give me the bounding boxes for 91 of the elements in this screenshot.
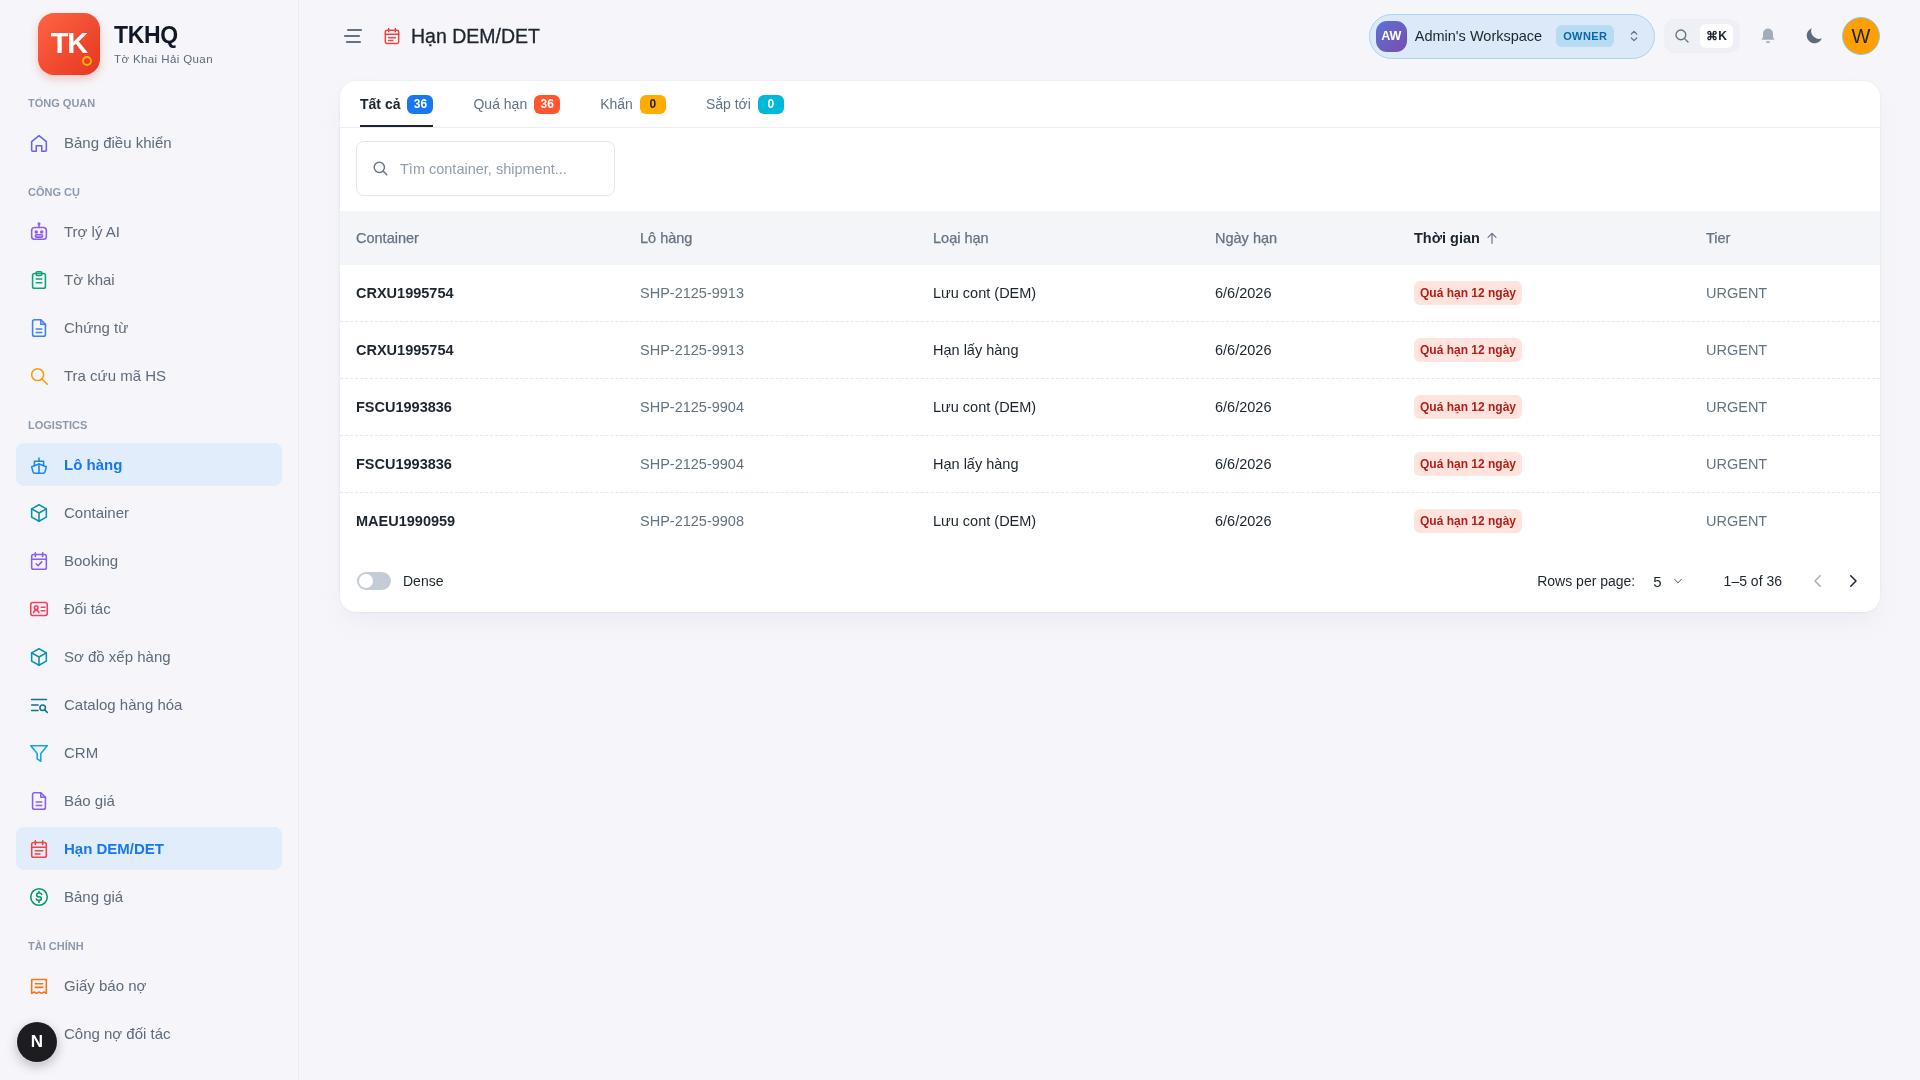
toggle-label: Dense [403,573,444,589]
nav-item[interactable]: Hạn DEM/DET [16,827,282,870]
calendar-check-icon [28,549,50,572]
nav-item[interactable]: Giấy báo nợ [16,964,282,1007]
status-badge: Quá hạn 12 ngày [1414,338,1523,362]
count-badge: 36 [407,94,434,114]
workspace-avatar: AW [1375,20,1407,52]
robot-icon [28,220,50,243]
nav-item[interactable]: Trợ lý AI [16,210,282,253]
cube-icon [28,501,50,524]
shortcut-key: ⌘K [1700,24,1733,48]
app-logo: TK [38,12,100,75]
page-range: 1–5 of 36 [1723,573,1782,589]
table-cell: URGENT [1706,399,1768,415]
section-title: TÀI CHÍNH [27,939,84,954]
table-cell: 6/6/2026 [1215,513,1272,529]
table-cell: URGENT [1706,285,1768,301]
table-cell: SHP-2125-9904 [640,399,744,415]
table-cell: SHP-2125-9913 [640,285,744,301]
nav-item[interactable]: Đối tác [16,587,282,630]
status-badge: Quá hạn 12 ngày [1414,509,1523,533]
column-header[interactable]: Ngày hạn [1215,230,1278,246]
nav-item[interactable]: Catalog hàng hóa [16,683,282,726]
table-cell: FSCU1993836 [356,456,452,472]
table-cell: URGENT [1706,342,1768,358]
workspace-switcher[interactable]: AW Admin's Workspace OWNER [1368,13,1656,59]
nav-item[interactable]: Báo giá [16,779,282,822]
search-icon [371,159,390,178]
app-subtitle: Tờ Khai Hải Quan [114,53,213,65]
calendar-icon [382,26,402,46]
nav-item[interactable]: CRM [16,731,282,774]
column-header[interactable]: Loại hạn [933,230,989,246]
table-cell: 6/6/2026 [1215,342,1272,358]
count-badge: 0 [639,94,666,114]
tab[interactable]: Sắp tới 0 [705,81,784,127]
user-avatar[interactable]: W [1842,17,1880,55]
section-title: CÔNG CỤ [27,185,80,200]
table-cell: 6/6/2026 [1215,285,1272,301]
nav-item[interactable]: Booking [16,539,282,582]
nav-item[interactable]: Bảng điều khiển [16,121,282,164]
column-header[interactable]: Lô hàng [640,230,693,246]
search-button[interactable]: ⌘K [1664,19,1740,53]
table-cell: Hạn lấy hàng [933,342,1019,358]
table-cell: FSCU1993836 [356,399,452,415]
column-header[interactable]: Tier [1706,230,1731,246]
section-title: TỔNG QUAN [27,96,96,111]
status-badge: Quá hạn 12 ngày [1414,395,1523,419]
table-cell: Lưu cont (DEM) [933,399,1037,415]
table-cell: SHP-2125-9904 [640,456,744,472]
status-badge: Quá hạn 12 ngày [1414,281,1523,305]
rows-per-page-select[interactable]: 5 [1651,568,1687,594]
nav-item[interactable]: Sơ đồ xếp hàng [16,635,282,678]
table-cell: SHP-2125-9913 [640,342,744,358]
table-cell: Hạn lấy hàng [933,456,1019,472]
table-cell: 6/6/2026 [1215,399,1272,415]
status-badge: Quá hạn 12 ngày [1414,452,1523,476]
column-header[interactable]: Container [356,230,419,246]
table-cell: CRXU1995754 [356,342,454,358]
dollar-icon [28,885,50,908]
calendar-icon [28,837,50,860]
cube-icon [28,645,50,668]
tab[interactable]: Quá hạn 36 [473,81,561,127]
nav-item[interactable]: Tờ khai [16,258,282,301]
table-cell: Lưu cont (DEM) [933,513,1037,529]
search-field[interactable]: Tìm container, shipment... [356,141,615,196]
table-cell: CRXU1995754 [356,285,454,301]
nav-item[interactable]: Chứng từ [16,306,282,349]
tab[interactable]: Khẩn 0 [600,81,666,127]
table-cell: Lưu cont (DEM) [933,285,1037,301]
section-title: LOGISTICS [27,418,88,433]
nav-item[interactable]: Công nợ đối tác [64,1012,282,1055]
table-cell: SHP-2125-9908 [640,513,744,529]
count-badge: 36 [534,94,561,114]
nav-item[interactable]: Bảng giá [16,875,282,918]
dense-toggle[interactable] [357,572,391,590]
table-cell: MAEU1990959 [356,513,456,529]
count-badge: 0 [757,94,784,114]
nav-item[interactable]: Container [16,491,282,534]
tab[interactable]: Tất cả 36 [360,81,434,127]
table-cell: URGENT [1706,456,1768,472]
nav-item[interactable]: Lô hàng [16,443,282,486]
nav-item[interactable]: Tra cứu mã HS [16,354,282,397]
rows-per-page-label: Rows per page: [1537,573,1636,589]
menu-icon [343,28,363,44]
table-cell: URGENT [1706,513,1768,529]
app-name: TKHQ [114,22,179,49]
page-title: Hạn DEM/DET [411,24,540,48]
column-header[interactable]: Thời gian [1414,230,1500,246]
table-cell: 6/6/2026 [1215,456,1272,472]
role-badge: OWNER [1556,25,1615,47]
menu-button[interactable] [343,28,363,44]
